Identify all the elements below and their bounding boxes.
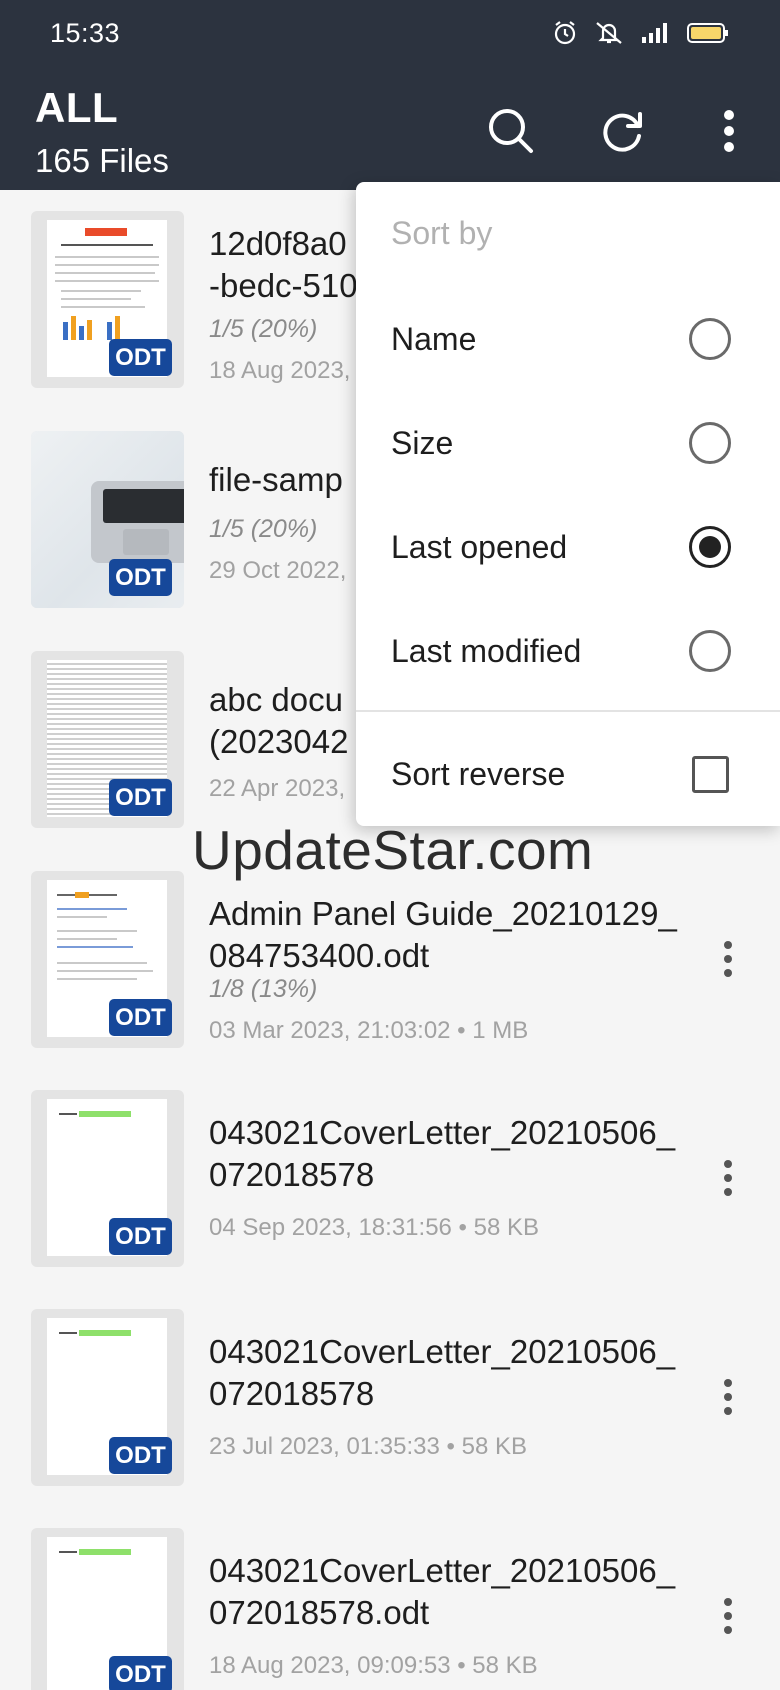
file-type-badge: ODT [109, 779, 172, 816]
more-vert-icon [724, 1379, 732, 1387]
sort-menu: Sort by Name Size Last opened Last modif… [356, 182, 780, 826]
file-options-button[interactable] [710, 1148, 746, 1208]
alarm-icon [552, 20, 578, 51]
search-icon [489, 109, 533, 153]
radio-button-selected[interactable] [689, 526, 731, 568]
page-title: ALL [35, 84, 119, 131]
file-meta: 23 Jul 2023, 01:35:33 • 58 KB [209, 1433, 527, 1460]
file-options-button[interactable] [710, 1586, 746, 1646]
sort-option-last-modified[interactable]: Last modified [356, 601, 780, 701]
file-type-badge: ODT [109, 339, 172, 376]
file-thumbnail: ODT [31, 1528, 184, 1690]
radio-button[interactable] [689, 422, 731, 464]
sort-option-label: Size [391, 425, 454, 461]
file-progress: 1/5 (20%) [209, 315, 318, 343]
sort-reverse-label: Sort reverse [391, 756, 566, 792]
radio-button[interactable] [689, 630, 731, 672]
mute-icon [594, 20, 624, 51]
file-options-button[interactable] [710, 929, 746, 989]
status-time: 15:33 [50, 18, 121, 48]
more-options-button[interactable] [694, 96, 764, 166]
sort-reverse-option[interactable]: Sort reverse [356, 724, 780, 824]
refresh-icon [603, 112, 642, 152]
signal-icon [640, 21, 670, 50]
sort-option-label: Last modified [391, 633, 582, 669]
file-meta: 18 Aug 2023, [209, 357, 351, 384]
file-thumbnail: ODT [31, 651, 184, 828]
file-progress: 1/8 (13%) [209, 975, 318, 1003]
battery-icon [686, 21, 730, 50]
file-thumbnail: ODT [31, 211, 184, 388]
file-meta: 29 Oct 2022, [209, 557, 347, 584]
file-thumbnail: ODT [31, 1309, 184, 1486]
file-meta: 04 Sep 2023, 18:31:56 • 58 KB [209, 1214, 539, 1241]
watermark-text: UpdateStar.com [192, 819, 594, 881]
sort-option-label: Name [391, 321, 477, 357]
file-name: 043021CoverLetter_20210506_072018578.odt [209, 1552, 676, 1631]
sort-option-name[interactable]: Name [356, 289, 780, 389]
file-meta: 18 Aug 2023, 09:09:53 • 58 KB [209, 1652, 538, 1679]
file-thumbnail: ODT [31, 1090, 184, 1267]
file-row[interactable]: ODT Admin Panel Guide_20210129_084753400… [0, 871, 780, 1091]
file-type-badge: ODT [109, 559, 172, 596]
more-vert-icon [724, 941, 732, 949]
app-header: 15:33 ALL 165 Files [0, 0, 780, 190]
file-row[interactable]: ODT 043021CoverLetter_20210506_072018578… [0, 1309, 780, 1529]
sort-reverse-checkbox[interactable] [692, 756, 729, 793]
file-meta: 22 Apr 2023, [209, 775, 346, 802]
file-row[interactable]: ODT 043021CoverLetter_20210506_072018578… [0, 1090, 780, 1310]
sort-option-last-opened[interactable]: Last opened [356, 497, 780, 597]
file-name: 043021CoverLetter_20210506_072018578 [209, 1333, 676, 1412]
radio-button[interactable] [689, 318, 731, 360]
file-count: 165 Files [35, 142, 169, 179]
status-icons [552, 20, 730, 51]
more-vert-icon [724, 110, 734, 152]
search-button[interactable] [476, 96, 546, 166]
file-thumbnail: ODT [31, 431, 184, 608]
sort-option-label: Last opened [391, 529, 568, 565]
more-vert-icon [724, 1160, 732, 1168]
file-progress: 1/5 (20%) [209, 515, 318, 543]
refresh-button[interactable] [588, 96, 658, 166]
file-row[interactable]: ODT 043021CoverLetter_20210506_072018578… [0, 1528, 780, 1690]
file-thumbnail: ODT [31, 871, 184, 1048]
more-vert-icon [724, 1598, 732, 1606]
file-options-button[interactable] [710, 1367, 746, 1427]
sort-option-size[interactable]: Size [356, 393, 780, 493]
file-type-badge: ODT [109, 1437, 172, 1474]
sort-menu-header: Sort by [391, 215, 493, 251]
file-meta: 03 Mar 2023, 21:03:02 • 1 MB [209, 1017, 529, 1044]
file-type-badge: ODT [109, 1218, 172, 1255]
divider [356, 710, 780, 712]
file-type-badge: ODT [109, 999, 172, 1036]
file-name: Admin Panel Guide_20210129_084753400.odt [209, 895, 677, 974]
file-type-badge: ODT [109, 1656, 172, 1690]
file-name: 043021CoverLetter_20210506_072018578 [209, 1114, 676, 1193]
